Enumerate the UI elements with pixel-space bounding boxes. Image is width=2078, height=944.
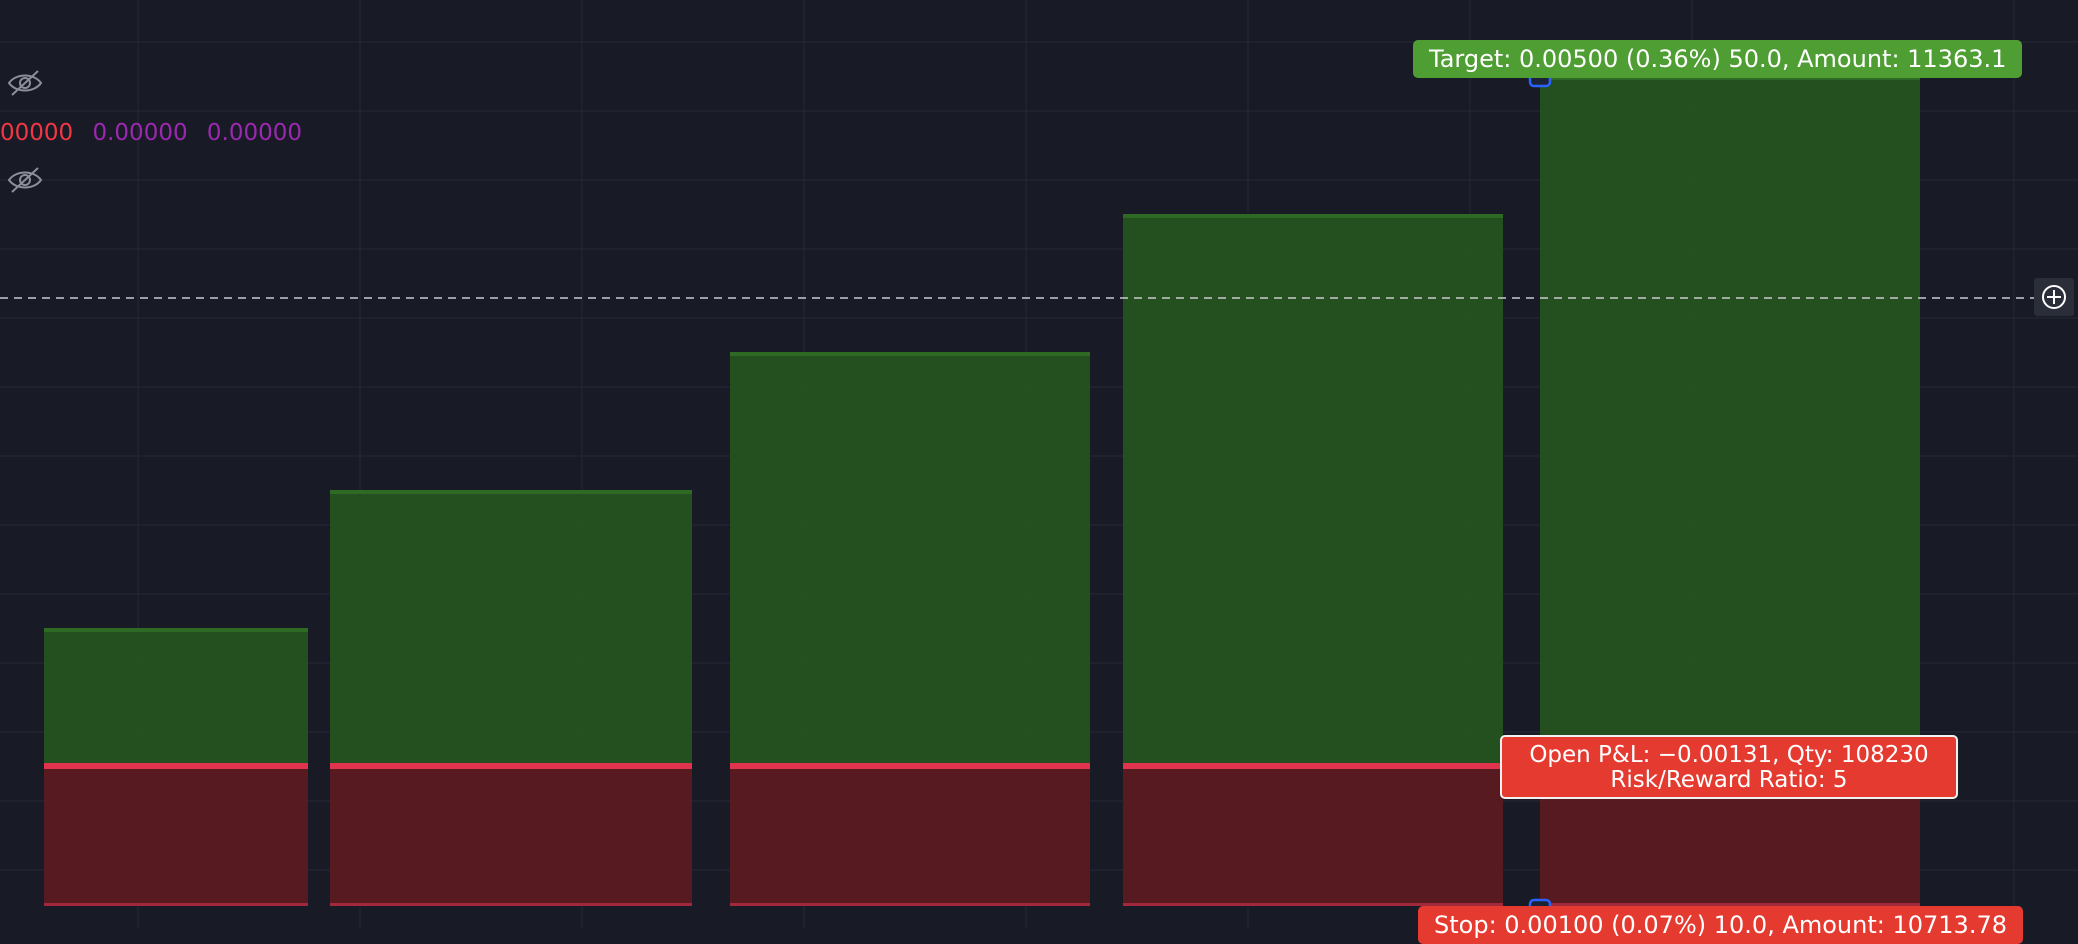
indicator-values-legend: 00000 0.00000 0.00000 — [0, 116, 314, 150]
loss-zone-edge — [730, 903, 1090, 906]
entry-line — [1123, 763, 1503, 769]
profit-zone — [44, 628, 308, 766]
profit-zone — [330, 490, 692, 766]
profit-zone — [1123, 214, 1503, 766]
entry-line — [730, 763, 1090, 769]
entry-line — [44, 763, 308, 769]
add-alert-button[interactable] — [2034, 278, 2074, 316]
loss-zone — [1123, 766, 1503, 906]
risk-reward-text: Risk/Reward Ratio: 5 — [1610, 767, 1848, 793]
loss-zone — [730, 766, 1090, 906]
loss-zone-edge — [44, 903, 308, 906]
loss-zone — [330, 766, 692, 906]
entry-line — [330, 763, 692, 769]
profit-zone-edge — [44, 628, 308, 632]
profit-zone — [1540, 76, 1920, 766]
profit-zone-edge — [1123, 214, 1503, 218]
eye-hidden-icon[interactable] — [6, 165, 44, 195]
profit-zone — [730, 352, 1090, 766]
open-pnl-text: Open P&L: −0.00131, Qty: 108230 — [1529, 742, 1929, 768]
open-pnl-label[interactable]: Open P&L: −0.00131, Qty: 108230 Risk/Rew… — [1500, 735, 1958, 799]
loss-zone — [44, 766, 308, 906]
profit-zone-edge — [330, 490, 692, 494]
legend-value: 00000 — [0, 120, 74, 146]
eye-hidden-icon[interactable] — [6, 68, 44, 98]
plus-circle-icon — [2042, 285, 2066, 309]
loss-zone-edge — [330, 903, 692, 906]
stop-label[interactable]: Stop: 0.00100 (0.07%) 10.0, Amount: 1071… — [1418, 906, 2023, 944]
target-label[interactable]: Target: 0.00500 (0.36%) 50.0, Amount: 11… — [1413, 40, 2023, 78]
profit-zone-edge — [730, 352, 1090, 356]
legend-value: 0.00000 — [92, 120, 188, 146]
legend-value: 0.00000 — [206, 120, 303, 146]
